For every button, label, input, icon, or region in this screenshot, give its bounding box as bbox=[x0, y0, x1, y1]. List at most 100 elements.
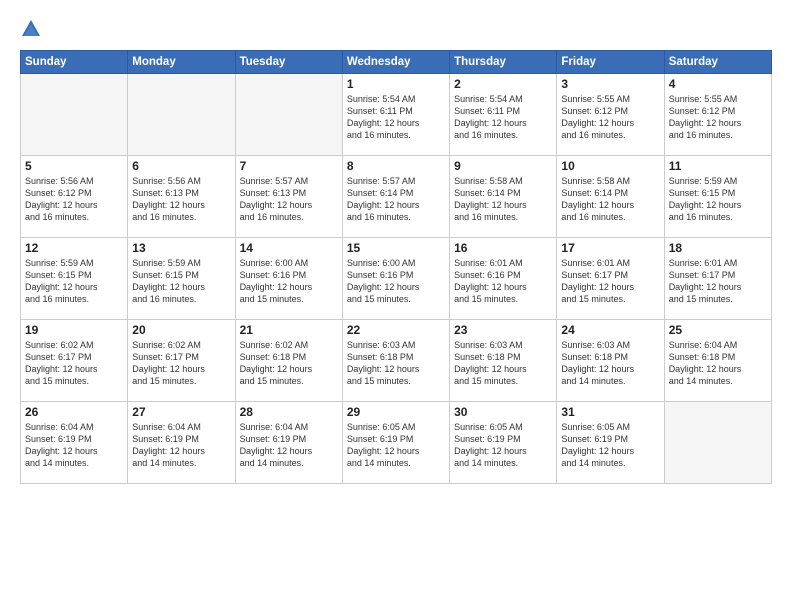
calendar-cell: 2 Sunrise: 5:54 AM Sunset: 6:11 PM Daylig… bbox=[450, 74, 557, 156]
day-number: 11 bbox=[669, 159, 767, 173]
day-number: 5 bbox=[25, 159, 123, 173]
day-number: 24 bbox=[561, 323, 659, 337]
day-info: Sunrise: 6:03 AM Sunset: 6:18 PM Dayligh… bbox=[454, 339, 552, 388]
day-info: Sunrise: 6:01 AM Sunset: 6:17 PM Dayligh… bbox=[561, 257, 659, 306]
day-number: 25 bbox=[669, 323, 767, 337]
weekday-header-monday: Monday bbox=[128, 51, 235, 74]
week-row-1: 1 Sunrise: 5:54 AM Sunset: 6:11 PM Daylig… bbox=[21, 74, 772, 156]
day-info: Sunrise: 5:55 AM Sunset: 6:12 PM Dayligh… bbox=[561, 93, 659, 142]
week-row-2: 5 Sunrise: 5:56 AM Sunset: 6:12 PM Daylig… bbox=[21, 156, 772, 238]
calendar-cell: 5 Sunrise: 5:56 AM Sunset: 6:12 PM Daylig… bbox=[21, 156, 128, 238]
day-number: 13 bbox=[132, 241, 230, 255]
day-number: 4 bbox=[669, 77, 767, 91]
day-info: Sunrise: 5:56 AM Sunset: 6:13 PM Dayligh… bbox=[132, 175, 230, 224]
day-info: Sunrise: 6:02 AM Sunset: 6:17 PM Dayligh… bbox=[132, 339, 230, 388]
day-number: 19 bbox=[25, 323, 123, 337]
day-number: 10 bbox=[561, 159, 659, 173]
day-info: Sunrise: 6:03 AM Sunset: 6:18 PM Dayligh… bbox=[347, 339, 445, 388]
day-info: Sunrise: 6:01 AM Sunset: 6:17 PM Dayligh… bbox=[669, 257, 767, 306]
day-number: 3 bbox=[561, 77, 659, 91]
calendar-cell: 16 Sunrise: 6:01 AM Sunset: 6:16 PM Dayli… bbox=[450, 238, 557, 320]
weekday-header-row: SundayMondayTuesdayWednesdayThursdayFrid… bbox=[21, 51, 772, 74]
weekday-header-saturday: Saturday bbox=[664, 51, 771, 74]
weekday-header-tuesday: Tuesday bbox=[235, 51, 342, 74]
calendar-cell: 26 Sunrise: 6:04 AM Sunset: 6:19 PM Dayli… bbox=[21, 402, 128, 484]
calendar-cell: 4 Sunrise: 5:55 AM Sunset: 6:12 PM Daylig… bbox=[664, 74, 771, 156]
calendar-cell: 27 Sunrise: 6:04 AM Sunset: 6:19 PM Dayli… bbox=[128, 402, 235, 484]
day-info: Sunrise: 5:58 AM Sunset: 6:14 PM Dayligh… bbox=[454, 175, 552, 224]
day-number: 12 bbox=[25, 241, 123, 255]
weekday-header-friday: Friday bbox=[557, 51, 664, 74]
weekday-header-sunday: Sunday bbox=[21, 51, 128, 74]
day-number: 26 bbox=[25, 405, 123, 419]
day-info: Sunrise: 5:55 AM Sunset: 6:12 PM Dayligh… bbox=[669, 93, 767, 142]
day-number: 9 bbox=[454, 159, 552, 173]
day-info: Sunrise: 5:57 AM Sunset: 6:13 PM Dayligh… bbox=[240, 175, 338, 224]
calendar-cell bbox=[235, 74, 342, 156]
day-number: 2 bbox=[454, 77, 552, 91]
day-number: 20 bbox=[132, 323, 230, 337]
calendar-cell: 10 Sunrise: 5:58 AM Sunset: 6:14 PM Dayli… bbox=[557, 156, 664, 238]
day-info: Sunrise: 6:02 AM Sunset: 6:18 PM Dayligh… bbox=[240, 339, 338, 388]
day-number: 31 bbox=[561, 405, 659, 419]
weekday-header-wednesday: Wednesday bbox=[342, 51, 449, 74]
day-info: Sunrise: 5:54 AM Sunset: 6:11 PM Dayligh… bbox=[454, 93, 552, 142]
day-number: 23 bbox=[454, 323, 552, 337]
day-info: Sunrise: 5:59 AM Sunset: 6:15 PM Dayligh… bbox=[669, 175, 767, 224]
calendar-cell: 12 Sunrise: 5:59 AM Sunset: 6:15 PM Dayli… bbox=[21, 238, 128, 320]
calendar-cell: 29 Sunrise: 6:05 AM Sunset: 6:19 PM Dayli… bbox=[342, 402, 449, 484]
day-info: Sunrise: 6:02 AM Sunset: 6:17 PM Dayligh… bbox=[25, 339, 123, 388]
day-info: Sunrise: 5:54 AM Sunset: 6:11 PM Dayligh… bbox=[347, 93, 445, 142]
day-number: 16 bbox=[454, 241, 552, 255]
day-number: 8 bbox=[347, 159, 445, 173]
day-number: 14 bbox=[240, 241, 338, 255]
day-number: 1 bbox=[347, 77, 445, 91]
calendar-cell: 21Sunrise: 6:02 AM Sunset: 6:18 PM Dayli… bbox=[235, 320, 342, 402]
day-info: Sunrise: 6:03 AM Sunset: 6:18 PM Dayligh… bbox=[561, 339, 659, 388]
calendar-cell: 17 Sunrise: 6:01 AM Sunset: 6:17 PM Dayli… bbox=[557, 238, 664, 320]
calendar-cell: 19 Sunrise: 6:02 AM Sunset: 6:17 PM Dayli… bbox=[21, 320, 128, 402]
day-info: Sunrise: 5:56 AM Sunset: 6:12 PM Dayligh… bbox=[25, 175, 123, 224]
calendar-cell: 11 Sunrise: 5:59 AM Sunset: 6:15 PM Dayli… bbox=[664, 156, 771, 238]
day-number: 17 bbox=[561, 241, 659, 255]
day-info: Sunrise: 5:59 AM Sunset: 6:15 PM Dayligh… bbox=[25, 257, 123, 306]
day-number: 27 bbox=[132, 405, 230, 419]
day-number: 28 bbox=[240, 405, 338, 419]
day-number: 6 bbox=[132, 159, 230, 173]
calendar-cell: 23 Sunrise: 6:03 AM Sunset: 6:18 PM Dayli… bbox=[450, 320, 557, 402]
calendar-cell: 9 Sunrise: 5:58 AM Sunset: 6:14 PM Daylig… bbox=[450, 156, 557, 238]
day-info: Sunrise: 5:59 AM Sunset: 6:15 PM Dayligh… bbox=[132, 257, 230, 306]
week-row-3: 12 Sunrise: 5:59 AM Sunset: 6:15 PM Dayli… bbox=[21, 238, 772, 320]
header bbox=[20, 18, 772, 40]
week-row-4: 19 Sunrise: 6:02 AM Sunset: 6:17 PM Dayli… bbox=[21, 320, 772, 402]
calendar-cell: 14 Sunrise: 6:00 AM Sunset: 6:16 PM Dayli… bbox=[235, 238, 342, 320]
day-number: 29 bbox=[347, 405, 445, 419]
day-number: 22 bbox=[347, 323, 445, 337]
calendar-cell: 30Sunrise: 6:05 AM Sunset: 6:19 PM Dayli… bbox=[450, 402, 557, 484]
day-info: Sunrise: 6:05 AM Sunset: 6:19 PM Dayligh… bbox=[561, 421, 659, 470]
day-info: Sunrise: 6:04 AM Sunset: 6:19 PM Dayligh… bbox=[132, 421, 230, 470]
calendar-cell: 31 Sunrise: 6:05 AM Sunset: 6:19 PM Dayli… bbox=[557, 402, 664, 484]
calendar-cell bbox=[128, 74, 235, 156]
calendar: SundayMondayTuesdayWednesdayThursdayFrid… bbox=[20, 50, 772, 484]
calendar-cell: 8 Sunrise: 5:57 AM Sunset: 6:14 PM Daylig… bbox=[342, 156, 449, 238]
day-info: Sunrise: 6:05 AM Sunset: 6:19 PM Dayligh… bbox=[347, 421, 445, 470]
logo bbox=[20, 18, 46, 40]
page: SundayMondayTuesdayWednesdayThursdayFrid… bbox=[0, 0, 792, 612]
day-info: Sunrise: 6:04 AM Sunset: 6:19 PM Dayligh… bbox=[240, 421, 338, 470]
day-info: Sunrise: 6:01 AM Sunset: 6:16 PM Dayligh… bbox=[454, 257, 552, 306]
day-info: Sunrise: 5:58 AM Sunset: 6:14 PM Dayligh… bbox=[561, 175, 659, 224]
calendar-cell: 28 Sunrise: 6:04 AM Sunset: 6:19 PM Dayli… bbox=[235, 402, 342, 484]
day-number: 18 bbox=[669, 241, 767, 255]
calendar-cell: 1 Sunrise: 5:54 AM Sunset: 6:11 PM Daylig… bbox=[342, 74, 449, 156]
calendar-cell: 13 Sunrise: 5:59 AM Sunset: 6:15 PM Dayli… bbox=[128, 238, 235, 320]
calendar-cell: 7 Sunrise: 5:57 AM Sunset: 6:13 PM Daylig… bbox=[235, 156, 342, 238]
day-info: Sunrise: 6:00 AM Sunset: 6:16 PM Dayligh… bbox=[347, 257, 445, 306]
day-info: Sunrise: 6:00 AM Sunset: 6:16 PM Dayligh… bbox=[240, 257, 338, 306]
calendar-cell: 15Sunrise: 6:00 AM Sunset: 6:16 PM Dayli… bbox=[342, 238, 449, 320]
day-info: Sunrise: 5:57 AM Sunset: 6:14 PM Dayligh… bbox=[347, 175, 445, 224]
day-number: 7 bbox=[240, 159, 338, 173]
day-info: Sunrise: 6:04 AM Sunset: 6:19 PM Dayligh… bbox=[25, 421, 123, 470]
day-number: 30 bbox=[454, 405, 552, 419]
logo-icon bbox=[20, 18, 42, 40]
